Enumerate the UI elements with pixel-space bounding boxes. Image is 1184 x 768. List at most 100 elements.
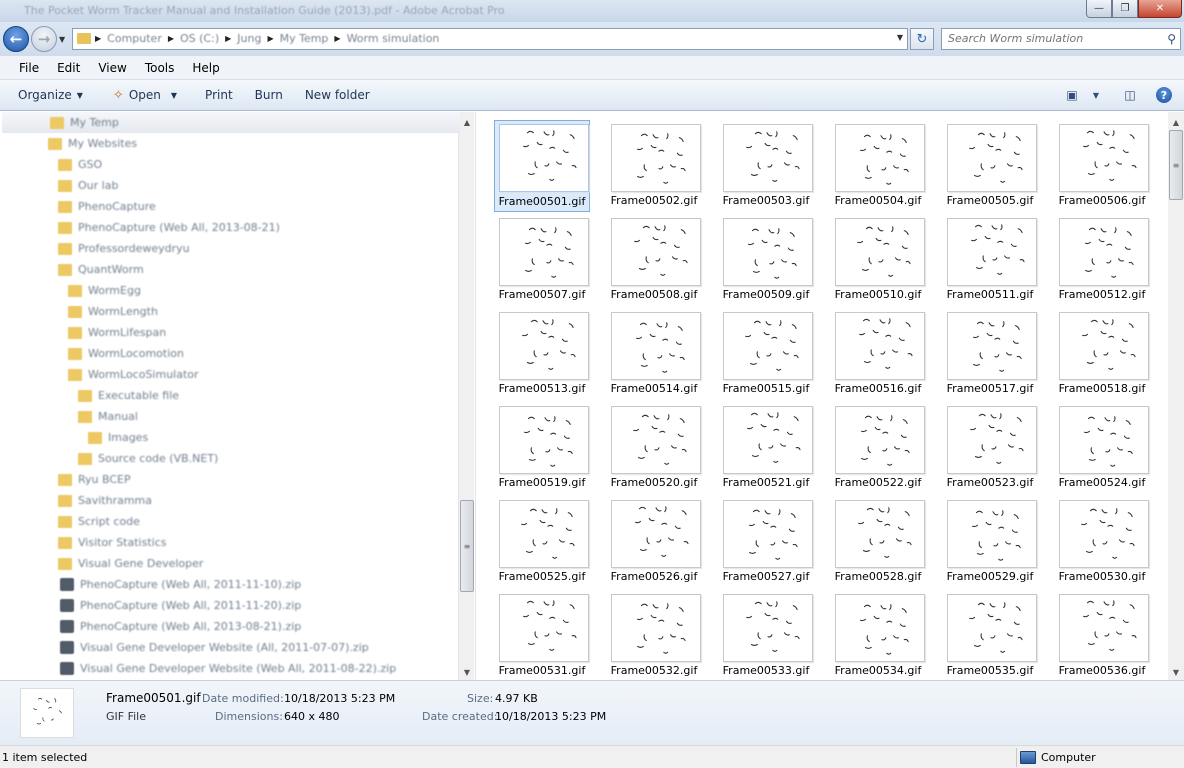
- view-options-dropdown[interactable]: ▼: [1090, 84, 1102, 106]
- file-tile[interactable]: Frame00506.gif: [1054, 120, 1150, 212]
- breadcrumb-separator-icon[interactable]: ▶: [225, 34, 231, 43]
- search-input[interactable]: [948, 32, 1158, 45]
- navigation-pane[interactable]: ▲ ≡ ▼ My Temp My Websites GSO Our lab PhenoC…: [0, 112, 476, 680]
- menu-item[interactable]: Help: [183, 61, 228, 75]
- tree-item-zip[interactable]: PhenoCapture (Web All, 2011-11-10).zip: [60, 574, 301, 595]
- tree-item-folder[interactable]: PhenoCapture (Web All, 2013-08-21): [58, 217, 280, 238]
- forward-button[interactable]: →: [31, 26, 57, 52]
- breadcrumb-item[interactable]: My Temp: [280, 32, 329, 45]
- file-tile[interactable]: Frame00534.gif: [830, 590, 926, 680]
- file-tile[interactable]: Frame00522.gif: [830, 402, 926, 494]
- file-tile[interactable]: Frame00503.gif: [718, 120, 814, 212]
- address-history-dropdown[interactable]: ▼: [897, 33, 903, 42]
- scroll-up-icon[interactable]: ▲: [459, 114, 475, 130]
- tree-item-zip[interactable]: Visual Gene Developer Website (Web All, …: [60, 658, 396, 679]
- tree-item-folder[interactable]: WormLocoSimulator: [68, 364, 199, 385]
- menu-item[interactable]: File: [10, 61, 48, 75]
- file-tile[interactable]: Frame00511.gif: [942, 214, 1038, 306]
- menu-item[interactable]: Tools: [136, 61, 184, 75]
- tree-item-folder[interactable]: WormLength: [68, 301, 158, 322]
- file-tile[interactable]: Frame00517.gif: [942, 308, 1038, 400]
- file-tile[interactable]: Frame00504.gif: [830, 120, 926, 212]
- tree-item-zip[interactable]: PhenoCapture (Web All, 2013-08-21).zip: [60, 616, 301, 637]
- file-tile[interactable]: Frame00501.gif: [494, 120, 590, 212]
- tree-item-folder[interactable]: Images: [88, 427, 148, 448]
- file-tile[interactable]: Frame00521.gif: [718, 402, 814, 494]
- tree-item-folder[interactable]: QuantWorm: [58, 259, 144, 280]
- file-tile[interactable]: Frame00519.gif: [494, 402, 590, 494]
- file-tile[interactable]: Frame00505.gif: [942, 120, 1038, 212]
- scroll-down-icon[interactable]: ▼: [459, 664, 475, 680]
- change-view-button[interactable]: ▣: [1060, 84, 1084, 106]
- file-tile[interactable]: Frame00508.gif: [606, 214, 702, 306]
- file-tile[interactable]: Frame00518.gif: [1054, 308, 1150, 400]
- breadcrumb-item[interactable]: Worm simulation: [347, 32, 440, 45]
- breadcrumb-item[interactable]: OS (C:): [180, 32, 219, 45]
- breadcrumb-separator-icon[interactable]: ▶: [95, 34, 101, 43]
- breadcrumb-separator-icon[interactable]: ▶: [168, 34, 174, 43]
- close-button[interactable]: ✕: [1138, 0, 1182, 18]
- tree-item-folder[interactable]: Visitor Statistics: [58, 532, 166, 553]
- tree-item-folder[interactable]: Ryu BCEP: [58, 469, 131, 490]
- tree-item-folder[interactable]: My Websites: [48, 133, 137, 154]
- file-tile[interactable]: Frame00513.gif: [494, 308, 590, 400]
- scroll-down-icon[interactable]: ▼: [1168, 664, 1184, 680]
- tree-item-folder[interactable]: WormEgg: [68, 280, 141, 301]
- refresh-button[interactable]: ↻: [910, 28, 934, 50]
- file-tile[interactable]: Frame00530.gif: [1054, 496, 1150, 588]
- file-tile[interactable]: Frame00523.gif: [942, 402, 1038, 494]
- breadcrumb-separator-icon[interactable]: ▶: [334, 34, 340, 43]
- tree-item-folder[interactable]: GSO: [58, 154, 102, 175]
- scroll-up-icon[interactable]: ▲: [1168, 114, 1184, 130]
- menu-item[interactable]: Edit: [48, 61, 89, 75]
- file-tile[interactable]: Frame00532.gif: [606, 590, 702, 680]
- tree-item-folder[interactable]: Visual Gene Developer: [58, 553, 203, 574]
- minimize-button[interactable]: —: [1086, 0, 1112, 18]
- breadcrumb-item[interactable]: Jung: [237, 32, 261, 45]
- tree-item-zip[interactable]: Visual Gene Developer Website (All, 2011…: [60, 637, 369, 658]
- file-list-scrollbar[interactable]: ▲ ≡ ▼: [1168, 112, 1184, 680]
- navigation-scrollbar[interactable]: ▲ ≡ ▼: [458, 112, 474, 680]
- file-tile[interactable]: Frame00512.gif: [1054, 214, 1150, 306]
- help-button[interactable]: ?: [1152, 84, 1176, 106]
- breadcrumb-separator-icon[interactable]: ▶: [267, 34, 273, 43]
- tree-item-folder[interactable]: Executable file: [78, 385, 179, 406]
- burn-button[interactable]: Burn: [245, 88, 293, 102]
- search-box[interactable]: ⚲: [941, 28, 1181, 50]
- file-tile[interactable]: Frame00502.gif: [606, 120, 702, 212]
- file-tile[interactable]: Frame00536.gif: [1054, 590, 1150, 680]
- file-tile[interactable]: Frame00514.gif: [606, 308, 702, 400]
- organize-button[interactable]: Organize ▼: [8, 88, 93, 102]
- tree-item-folder[interactable]: WormLifespan: [68, 322, 166, 343]
- file-tile[interactable]: Frame00516.gif: [830, 308, 926, 400]
- tree-item-folder[interactable]: Source code (VB.NET): [78, 448, 218, 469]
- file-tile[interactable]: Frame00529.gif: [942, 496, 1038, 588]
- file-tile[interactable]: Frame00526.gif: [606, 496, 702, 588]
- recent-pages-dropdown[interactable]: ▼: [59, 35, 65, 44]
- new-folder-button[interactable]: New folder: [295, 88, 380, 102]
- file-tile[interactable]: Frame00525.gif: [494, 496, 590, 588]
- file-tile[interactable]: Frame00507.gif: [494, 214, 590, 306]
- preview-pane-button[interactable]: ◫: [1118, 84, 1142, 106]
- tree-item-folder[interactable]: Our lab: [58, 175, 118, 196]
- tree-item-folder[interactable]: WormLocomotion: [68, 343, 184, 364]
- file-tile[interactable]: Frame00535.gif: [942, 590, 1038, 680]
- tree-item-zip[interactable]: PhenoCapture (Web All, 2011-11-20).zip: [60, 595, 301, 616]
- file-tile[interactable]: Frame00509.gif: [718, 214, 814, 306]
- print-button[interactable]: Print: [195, 88, 243, 102]
- open-button[interactable]: ✧ Open ▼: [103, 88, 187, 103]
- file-tile[interactable]: Frame00533.gif: [718, 590, 814, 680]
- file-list[interactable]: ▲ ≡ ▼ Frame00501.gif Frame00502.gif Frame0…: [477, 112, 1184, 680]
- search-icon[interactable]: ⚲: [1167, 32, 1176, 46]
- menu-item[interactable]: View: [89, 61, 135, 75]
- scrollbar-thumb[interactable]: ≡: [1169, 130, 1183, 200]
- tree-item-folder[interactable]: PhenoCapture: [58, 196, 156, 217]
- maximize-button[interactable]: ❐: [1112, 0, 1138, 18]
- file-tile[interactable]: Frame00510.gif: [830, 214, 926, 306]
- tree-item-folder[interactable]: Savithramma: [58, 490, 152, 511]
- file-tile[interactable]: Frame00531.gif: [494, 590, 590, 680]
- file-tile[interactable]: Frame00527.gif: [718, 496, 814, 588]
- file-tile[interactable]: Frame00524.gif: [1054, 402, 1150, 494]
- tree-item-folder[interactable]: My Temp: [2, 112, 460, 133]
- tree-item-folder[interactable]: Script code: [58, 511, 140, 532]
